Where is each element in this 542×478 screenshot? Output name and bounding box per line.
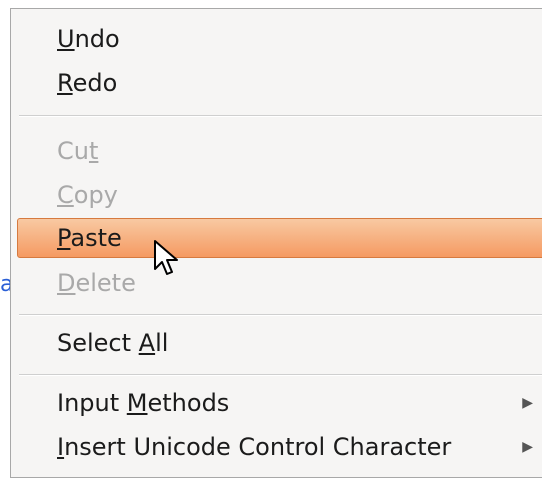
menu-item-cut: Cut	[17, 131, 542, 171]
menu-item-delete: Delete	[17, 263, 542, 303]
menu-item-select-all[interactable]: Select All	[17, 323, 542, 363]
menu-item-label: Copy	[57, 181, 118, 209]
menu-separator	[19, 314, 542, 316]
mouse-pointer-icon	[154, 240, 178, 275]
menu-item-label: Undo	[57, 25, 120, 53]
menu-item-label: Delete	[57, 269, 136, 297]
menu-item-paste[interactable]: Paste	[17, 218, 542, 258]
menu-item-label: Select All	[57, 329, 169, 357]
menu-item-label: Cut	[57, 137, 99, 165]
menu-item-input-methods[interactable]: Input Methods ▶	[17, 383, 542, 423]
submenu-arrow-icon: ▶	[522, 395, 533, 411]
menu-item-label: Insert Unicode Control Character	[57, 433, 452, 461]
menu-item-label: Redo	[57, 69, 118, 97]
menu-item-copy: Copy	[17, 175, 542, 215]
menu-separator	[19, 115, 542, 117]
menu-separator	[19, 374, 542, 376]
menu-item-label: Input Methods	[57, 389, 230, 417]
submenu-arrow-icon: ▶	[522, 439, 533, 455]
context-menu: Undo Redo Cut Copy Paste Delete Select A…	[10, 8, 542, 478]
menu-item-undo[interactable]: Undo	[17, 19, 542, 59]
menu-item-redo[interactable]: Redo	[17, 63, 542, 103]
menu-item-insert-unicode-control-character[interactable]: Insert Unicode Control Character ▶	[17, 427, 542, 467]
menu-item-label: Paste	[57, 224, 122, 252]
background-text-fragment: a	[0, 272, 10, 297]
